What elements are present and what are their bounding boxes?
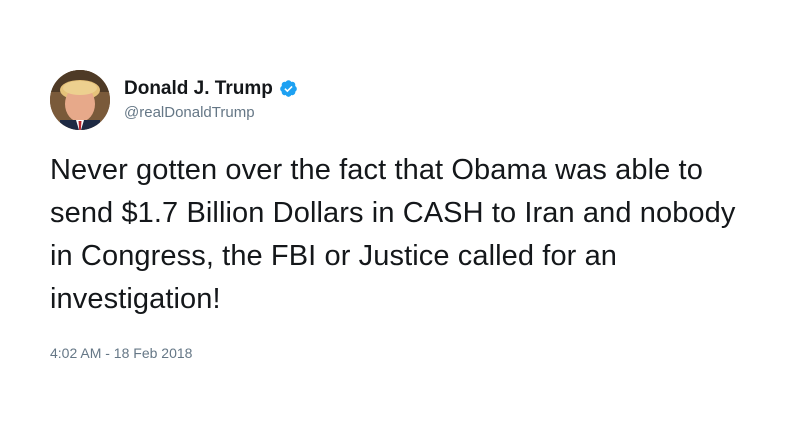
verified-badge-icon (279, 79, 298, 98)
display-name[interactable]: Donald J. Trump (124, 77, 273, 101)
user-handle[interactable]: @realDonaldTrump (124, 102, 298, 124)
author-info: Donald J. Trump @realDonaldTrump (124, 77, 298, 124)
avatar-image (50, 70, 110, 130)
tweet-header: Donald J. Trump @realDonaldTrump (50, 68, 750, 132)
avatar[interactable] (50, 70, 110, 130)
tweet-card: Donald J. Trump @realDonaldTrump Never g… (50, 68, 750, 363)
tweet-text: Never gotten over the fact that Obama wa… (50, 154, 736, 315)
tweet-timestamp[interactable]: 4:02 AM - 18 Feb 2018 (50, 343, 750, 363)
name-row: Donald J. Trump (124, 77, 298, 101)
